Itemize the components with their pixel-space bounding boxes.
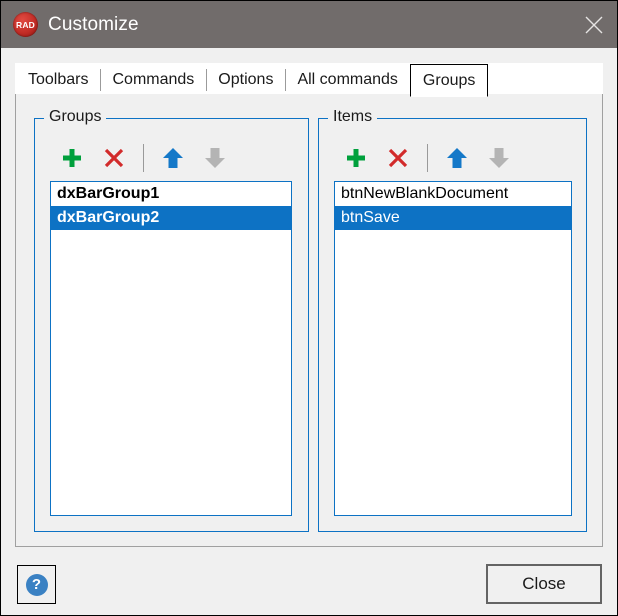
title-bar: RAD Customize (1, 1, 617, 48)
tab-options-label: Options (218, 71, 274, 88)
groups-toolbar (51, 139, 236, 177)
tab-toolbars[interactable]: Toolbars (16, 64, 101, 96)
help-button[interactable]: ? (17, 565, 56, 604)
items-toolbar (335, 139, 520, 177)
rad-logo-text: RAD (15, 19, 35, 30)
tab-strip: Toolbars Commands Options All commands G… (15, 63, 603, 97)
items-groupbox-caption: Items (328, 108, 378, 126)
close-button[interactable]: Close (486, 564, 602, 604)
move-group-down-button (194, 140, 236, 176)
items-listbox[interactable]: btnNewBlankDocument btnSave (334, 181, 572, 516)
tab-options[interactable]: Options (206, 64, 286, 96)
rad-logo-icon: RAD (13, 12, 38, 37)
groups-groupbox: Groups dxBarGroup1 dxBarGroup2 (34, 108, 309, 532)
close-button-label: Close (522, 574, 566, 593)
add-group-button[interactable] (51, 140, 93, 176)
close-icon[interactable] (571, 1, 617, 48)
move-item-down-button (478, 140, 520, 176)
delete-group-button[interactable] (93, 140, 135, 176)
tab-groups[interactable]: Groups (409, 64, 489, 97)
tab-toolbars-label: Toolbars (28, 71, 89, 88)
move-group-up-button[interactable] (152, 140, 194, 176)
question-mark-icon: ? (25, 573, 48, 596)
tab-page-groups: Groups dxBarGroup1 dxBarGroup2 Items btn… (15, 94, 603, 547)
delete-item-button[interactable] (377, 140, 419, 176)
tab-commands-label: Commands (112, 71, 195, 88)
customize-dialog: RAD Customize Toolbars Commands Options … (0, 0, 618, 616)
add-item-button[interactable] (335, 140, 377, 176)
groups-toolbar-separator (143, 144, 144, 172)
groups-listbox[interactable]: dxBarGroup1 dxBarGroup2 (50, 181, 292, 516)
items-toolbar-separator (427, 144, 428, 172)
groups-groupbox-caption: Groups (44, 108, 107, 126)
list-item[interactable]: dxBarGroup2 (51, 206, 291, 230)
move-item-up-button[interactable] (436, 140, 478, 176)
tab-all-commands-label: All commands (297, 71, 398, 88)
list-item[interactable]: btnSave (335, 206, 571, 230)
items-groupbox: Items btnNewBlankDocument btnSave (318, 108, 587, 532)
list-item[interactable]: dxBarGroup1 (51, 182, 291, 206)
window-title: Customize (48, 13, 139, 35)
list-item[interactable]: btnNewBlankDocument (335, 182, 571, 206)
tab-all-commands[interactable]: All commands (285, 64, 410, 96)
tab-commands[interactable]: Commands (100, 64, 207, 96)
tab-groups-label: Groups (422, 71, 476, 89)
